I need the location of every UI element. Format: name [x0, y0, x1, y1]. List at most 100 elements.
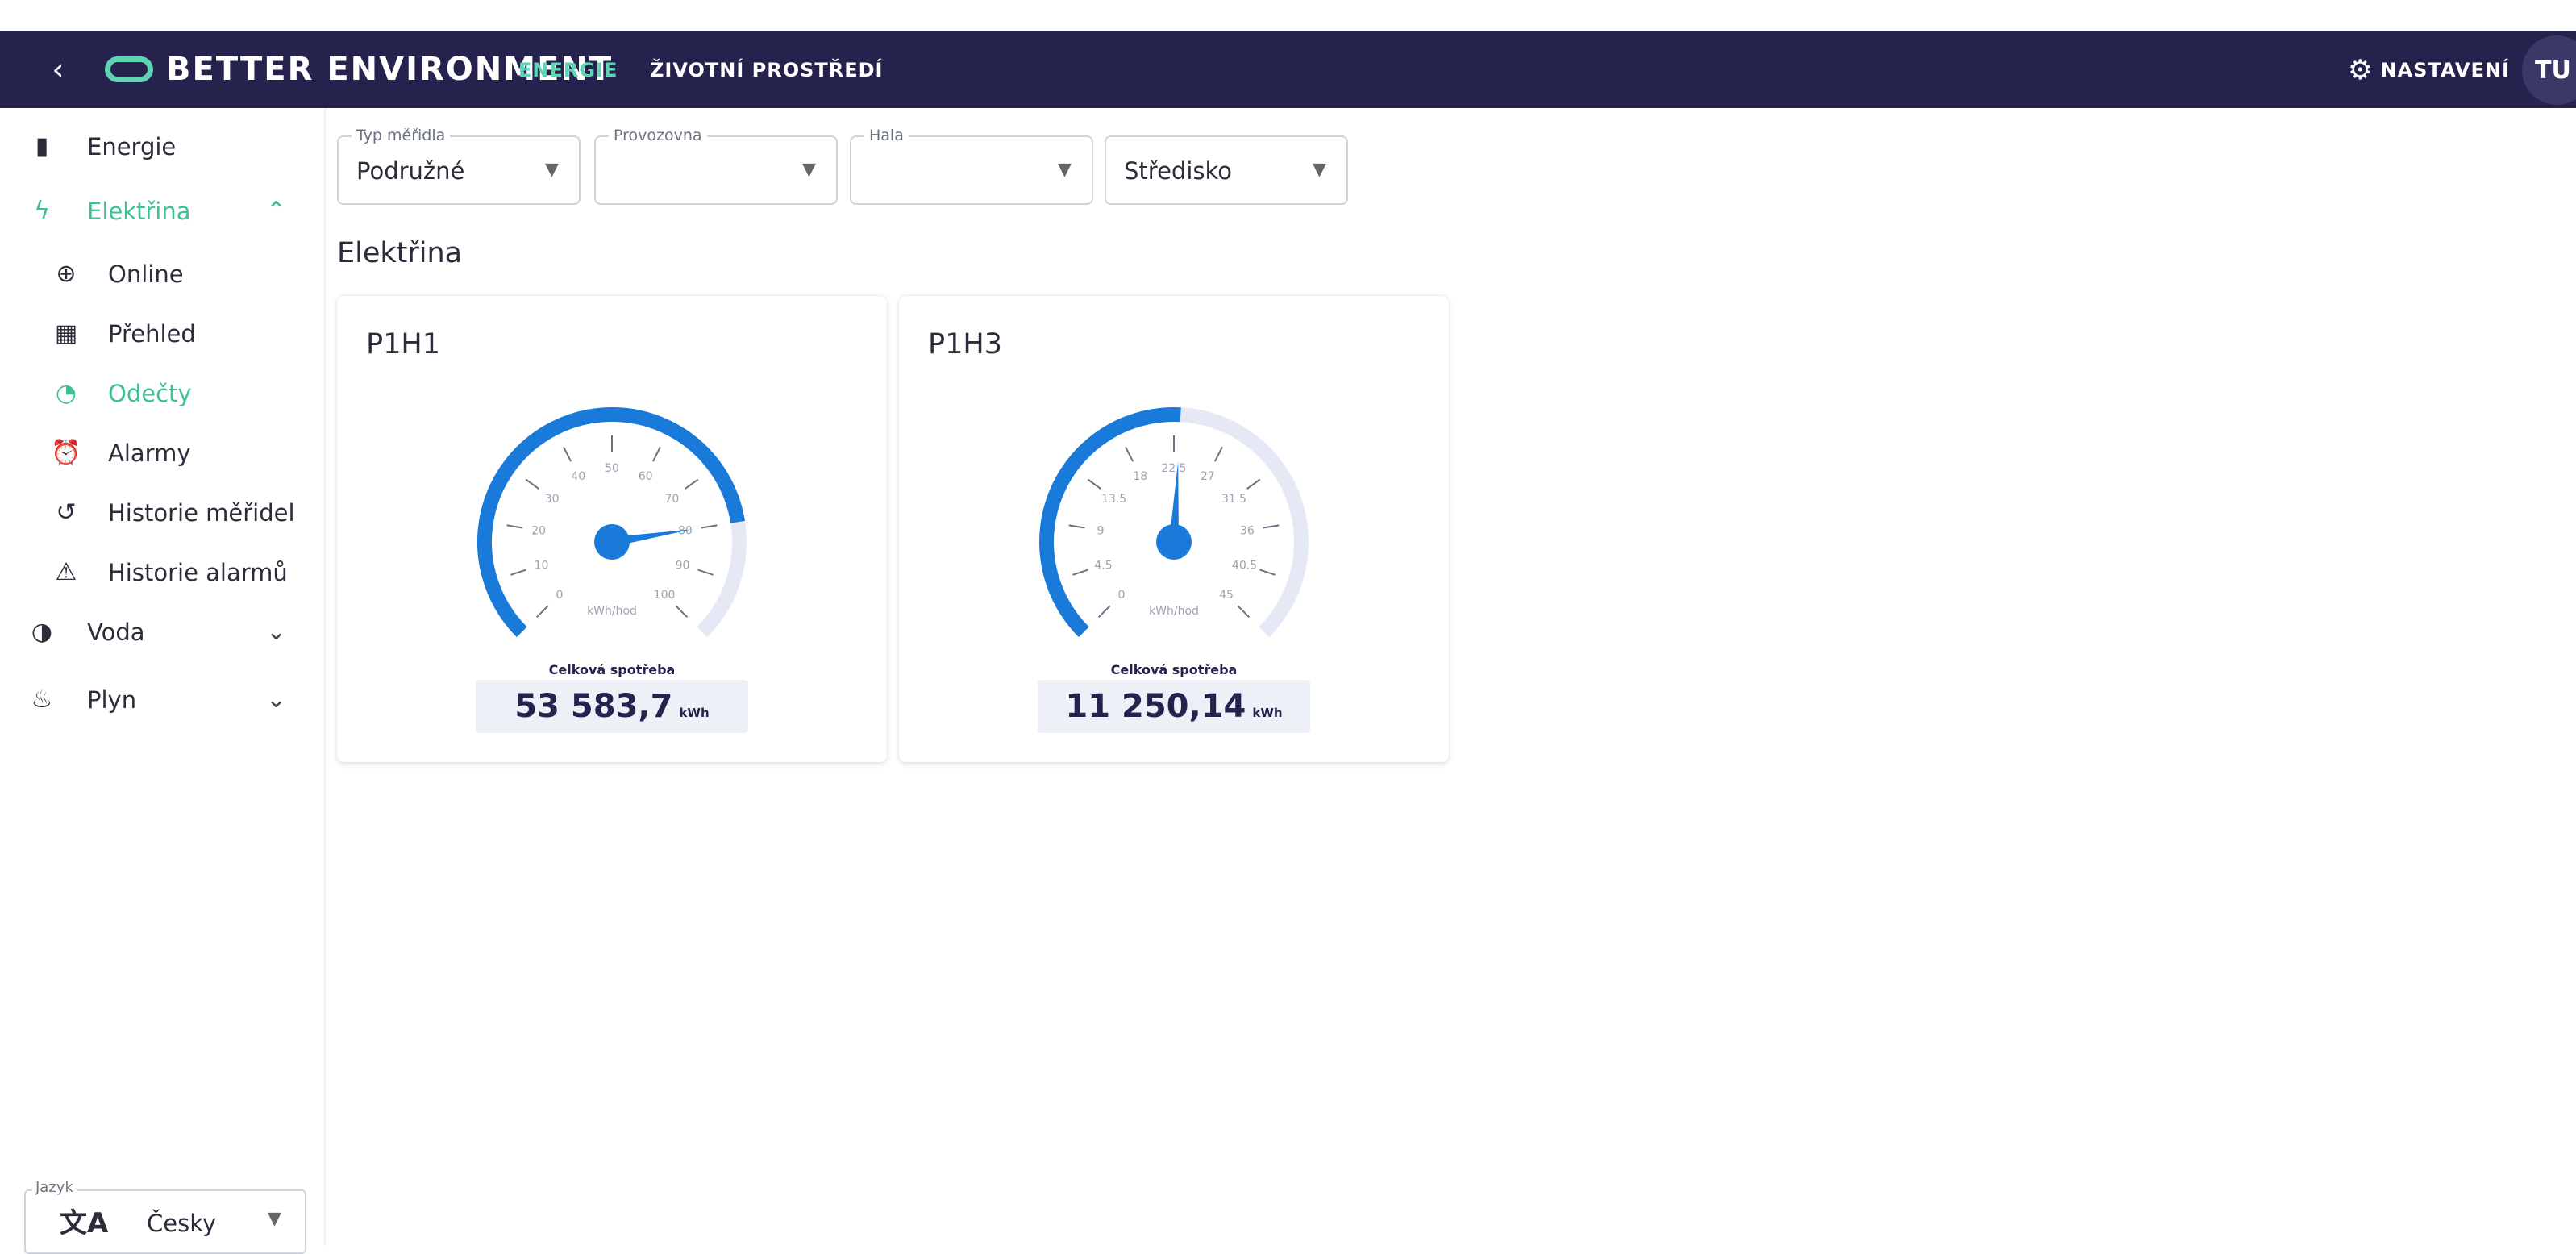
speedometer-icon: ◔ — [55, 379, 77, 407]
sidebar-item-label: Energie — [87, 133, 177, 160]
filter-value: Podružné — [356, 157, 465, 185]
dropdown-arrow-icon: ▼ — [1313, 160, 1326, 180]
dropdown-arrow-icon: ▼ — [802, 160, 816, 180]
gauge-tick — [1087, 478, 1101, 490]
filter-provozovna[interactable]: Provozovna ▼ — [594, 126, 838, 205]
translate-icon: 文A — [60, 1207, 109, 1239]
filter-value: Středisko — [1124, 157, 1232, 185]
gauge-tick — [701, 524, 718, 529]
language-value: Česky — [147, 1210, 217, 1237]
chevron-down-icon[interactable]: ⌄ — [266, 616, 286, 648]
settings-button[interactable]: ⚙ NASTAVENÍ — [2348, 55, 2510, 85]
total-consumption-box: 53 583,7 kWh — [476, 680, 748, 733]
sidebar-item-online[interactable]: ⊕ Online — [0, 250, 326, 298]
gauge-tick — [510, 569, 526, 576]
sidebar-item-historie-měřidel[interactable]: ↺ Historie měřidel — [0, 489, 326, 537]
gauge-tick — [1072, 569, 1088, 576]
filter-legend: Hala — [864, 126, 909, 145]
total-consumption-unit: kWh — [679, 706, 710, 720]
gauge-tick — [685, 478, 699, 490]
gauge-tick-label: 100 — [654, 589, 676, 602]
gauge-tick-label: 60 — [639, 470, 653, 483]
gauge-tick-label: 22.5 — [1161, 462, 1186, 475]
gauge-tick — [1263, 524, 1280, 529]
user-avatar[interactable]: TU — [2522, 35, 2576, 105]
gauge-hub — [1156, 524, 1192, 560]
total-consumption-label: Celková spotřeba — [548, 662, 676, 677]
gauge-tick-label: 70 — [665, 493, 680, 506]
gauge-hub — [594, 524, 630, 560]
filter-legend: Provozovna — [609, 126, 707, 145]
filter-typ-meridla[interactable]: Typ měřidla Podružné ▼ — [337, 126, 581, 205]
sidebar-item-label: Plyn — [87, 686, 137, 714]
gauge-tick-label: 10 — [535, 559, 549, 572]
history-icon: ↺ — [56, 498, 77, 527]
sidebar-item-label: Alarmy — [108, 440, 191, 467]
dashboard-icon: ▦ — [54, 319, 78, 348]
settings-label: NASTAVENÍ — [2380, 59, 2510, 81]
gauge-tick-label: 0 — [556, 589, 563, 602]
nav-tab-zivotni-prostredi[interactable]: ŽIVOTNÍ PROSTŘEDÍ — [650, 56, 883, 84]
sidebar-item-energie[interactable]: ▮ Energie — [0, 123, 326, 171]
sidebar-item-plyn[interactable]: ♨ Plyn ⌄ — [0, 676, 326, 724]
filter-hala[interactable]: Hala ▼ — [850, 126, 1093, 205]
sidebar-item-voda[interactable]: ◑ Voda ⌄ — [0, 608, 326, 656]
gauge-unit-label: kWh/hod — [587, 605, 637, 618]
gauge-tick-label: 0 — [1117, 589, 1125, 602]
flame-icon: ♨ — [31, 685, 53, 714]
gauge-tick-label: 40.5 — [1232, 559, 1257, 572]
filter-stredisko[interactable]: Středisko ▼ — [1105, 135, 1348, 205]
gauge-tick-label: 90 — [676, 559, 690, 572]
total-consumption-box: 11 250,14 kWh — [1038, 680, 1310, 733]
chevron-down-icon[interactable]: ⌄ — [266, 684, 286, 716]
gauge-tick-label: 30 — [545, 493, 560, 506]
gauge-tick — [1237, 605, 1251, 619]
sidebar-item-alarmy[interactable]: ⏰ Alarmy — [0, 429, 326, 477]
sidebar: ▮ Energie ϟ Elektřina ⌃ ⊕ Online ▦ Přehled ◔ Odečt… — [0, 108, 326, 1246]
battery-icon: ▮ — [35, 132, 49, 160]
sidebar-item-label: Odečty — [108, 380, 192, 407]
top-bar: ‹ BETTER ENVIRONMENT ENERGIE ŽIVOTNÍ PRO… — [0, 31, 2576, 108]
section-title: Elektřina — [337, 237, 463, 269]
sidebar-item-elektřina[interactable]: ϟ Elektřina ⌃ — [0, 187, 326, 235]
total-consumption-unit: kWh — [1252, 706, 1283, 720]
globe-icon: ⊕ — [56, 260, 77, 288]
gauge-tick-label: 9 — [1097, 525, 1105, 538]
back-chevron-icon[interactable]: ‹ — [44, 52, 73, 87]
gauge-tick — [1125, 446, 1134, 462]
gauge-tick — [525, 478, 539, 490]
sidebar-item-label: Historie alarmů — [108, 559, 288, 586]
chevron-up-icon[interactable]: ⌃ — [266, 195, 286, 227]
sidebar-item-label: Elektřina — [87, 198, 191, 225]
warning-icon: ⚠ — [55, 558, 77, 586]
gauge-tick — [535, 605, 549, 619]
nav-tab-energie[interactable]: ENERGIE — [518, 56, 618, 84]
gauge-tick — [1213, 446, 1223, 462]
dropdown-arrow-icon: ▼ — [268, 1209, 281, 1229]
sidebar-item-label: Online — [108, 260, 184, 288]
gauge-tick — [1068, 524, 1085, 529]
dropdown-arrow-icon: ▼ — [1058, 160, 1072, 180]
sidebar-item-historie-alarmů[interactable]: ⚠ Historie alarmů — [0, 548, 326, 597]
language-select[interactable]: 文A Česky ▼ — [24, 1189, 306, 1254]
gauge-tick-label: 36 — [1240, 525, 1255, 538]
alarm-clock-icon: ⏰ — [51, 439, 81, 467]
gauge-tick — [1097, 605, 1111, 619]
gauge-card: P1H3 0 4.5 9 13.5 18 22.5 27 31.5 36 40.5 45 kWh/ho… — [899, 296, 1449, 762]
gauge-tick-label: 31.5 — [1221, 493, 1246, 506]
water-icon: ◑ — [31, 618, 53, 646]
gauge-fill — [1039, 407, 1181, 638]
gauge-tick-label: 40 — [571, 470, 585, 483]
gauge-tick — [697, 569, 714, 576]
sidebar-item-odečty[interactable]: ◔ Odečty — [0, 369, 326, 418]
total-consumption-value: 11 250,14 — [1065, 688, 1246, 725]
gauge-tick-label: 45 — [1219, 589, 1234, 602]
dropdown-arrow-icon: ▼ — [545, 160, 559, 180]
sidebar-item-label: Voda — [87, 619, 145, 646]
gauge-tick — [651, 446, 661, 462]
gauge-tick-label: 50 — [605, 462, 619, 475]
brand-logo-icon — [105, 56, 153, 82]
gauge-tick — [675, 605, 689, 619]
sidebar-item-label: Přehled — [108, 320, 196, 348]
sidebar-item-přehled[interactable]: ▦ Přehled — [0, 310, 326, 358]
